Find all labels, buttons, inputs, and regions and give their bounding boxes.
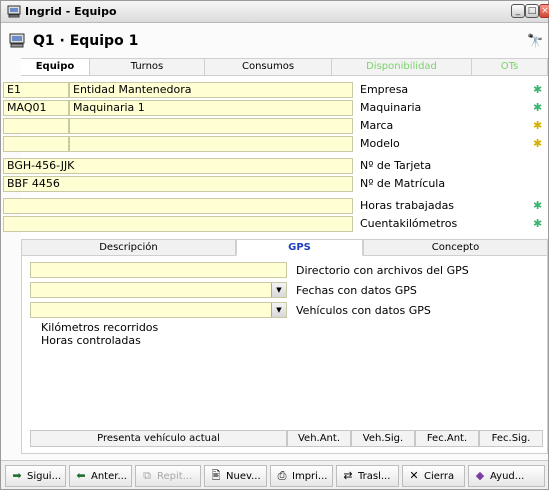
repetir-button[interactable]: ⧉ Repit... xyxy=(135,465,201,487)
lookup-star-icon[interactable]: ✱ xyxy=(533,119,542,133)
arrow-right-icon: ➡ xyxy=(12,469,22,482)
computer-icon xyxy=(9,33,25,48)
subtab-gps[interactable]: GPS xyxy=(236,239,363,256)
tab-consumos[interactable]: Consumos xyxy=(205,58,332,75)
km-label: Cuentakilómetros xyxy=(360,217,458,230)
km-field[interactable] xyxy=(3,216,353,232)
chevron-down-icon[interactable]: ▼ xyxy=(271,303,286,317)
lookup-star-icon[interactable]: ✱ xyxy=(533,137,542,151)
arrow-left-icon: ⬅ xyxy=(76,469,86,482)
fechas-label: Fechas con datos GPS xyxy=(296,284,417,297)
tarjeta-label: Nº de Tarjeta xyxy=(360,159,432,172)
cierra-button[interactable]: ✕ Cierra xyxy=(402,465,465,487)
empresa-label: Empresa xyxy=(360,83,409,96)
modelo-name-field[interactable] xyxy=(69,136,353,152)
lookup-star-icon[interactable]: ✱ xyxy=(533,101,542,115)
km-recorridos-label: Kilómetros recorridos xyxy=(41,321,159,334)
vehiculos-select[interactable] xyxy=(30,302,287,318)
presenta-vehiculo-button[interactable]: Presenta vehículo actual xyxy=(30,430,287,447)
maquinaria-label: Maquinaria xyxy=(360,101,422,114)
empresa-name-field[interactable]: Entidad Mantenedora xyxy=(69,82,353,98)
veh-ant-button[interactable]: Veh.Ant. xyxy=(287,430,351,447)
anterior-button[interactable]: ⬅ Anter... xyxy=(69,465,132,487)
marca-code-field[interactable] xyxy=(3,118,69,134)
maximize-button[interactable]: □ xyxy=(525,4,539,18)
lookup-star-icon[interactable]: ✱ xyxy=(533,83,542,97)
lookup-star-icon[interactable]: ✱ xyxy=(533,217,542,231)
fec-sig-button[interactable]: Fec.Sig. xyxy=(479,430,543,447)
help-book-icon: ◆ xyxy=(475,469,485,482)
vehiculos-label: Vehículos con datos GPS xyxy=(296,304,431,317)
trasladar-button[interactable]: ⇄ Trasl... xyxy=(336,465,399,487)
new-record-icon: 🖹 xyxy=(211,469,221,482)
subtab-descripcion[interactable]: Descripción xyxy=(21,239,236,256)
directorio-label: Directorio con archivos del GPS xyxy=(296,264,469,277)
tab-equipo[interactable]: Equipo xyxy=(21,58,90,75)
binoculars-icon[interactable]: 🔭 xyxy=(527,34,543,49)
matricula-field[interactable]: BBF 4456 xyxy=(3,176,353,192)
imprimir-button[interactable]: ⎙ Impri... xyxy=(270,465,333,487)
page-title: Q1 · Equipo 1 xyxy=(33,33,139,49)
horas-label: Horas trabajadas xyxy=(360,199,455,212)
tarjeta-field[interactable]: BGH-456-JJK xyxy=(3,158,353,174)
repeat-icon: ⧉ xyxy=(143,469,151,482)
minimize-button[interactable]: _ xyxy=(511,4,525,18)
horas-field[interactable] xyxy=(3,198,353,214)
title-bar: Ingrid - Equipo _ □ × xyxy=(1,1,549,23)
ayuda-button[interactable]: ◆ Ayud... xyxy=(468,465,545,487)
fec-ant-button[interactable]: Fec.Ant. xyxy=(415,430,479,447)
veh-sig-button[interactable]: Veh.Sig. xyxy=(351,430,415,447)
marca-label: Marca xyxy=(360,119,394,132)
equipo-window: Ingrid - Equipo _ □ × Q1 · Equipo 1 🔭 Eq… xyxy=(0,0,549,490)
matricula-label: Nº de Matrícula xyxy=(360,177,446,190)
printer-icon: ⎙ xyxy=(277,469,287,482)
directorio-field[interactable] xyxy=(30,262,287,278)
siguiente-button[interactable]: ➡ Sigui... xyxy=(5,465,66,487)
close-button[interactable]: × xyxy=(539,4,549,18)
maquinaria-name-field[interactable]: Maquinaria 1 xyxy=(69,100,353,116)
header: Q1 · Equipo 1 🔭 xyxy=(1,24,548,58)
fechas-select[interactable] xyxy=(30,282,287,298)
lookup-star-icon[interactable]: ✱ xyxy=(533,199,542,213)
tab-ots[interactable]: OTs xyxy=(472,58,548,75)
marca-name-field[interactable] xyxy=(69,118,353,134)
nuevo-button[interactable]: 🖹 Nuev... xyxy=(204,465,267,487)
modelo-label: Modelo xyxy=(360,137,400,150)
main-tabs: Equipo Turnos Consumos Disponibilidad OT… xyxy=(21,58,548,75)
empresa-code-field[interactable]: E1 xyxy=(3,82,69,98)
window-title: Ingrid - Equipo xyxy=(25,5,117,18)
bottom-toolbar: ➡ Sigui... ⬅ Anter... ⧉ Repit... 🖹 Nuev... ⎙… xyxy=(1,460,548,489)
modelo-code-field[interactable] xyxy=(3,136,69,152)
chevron-down-icon[interactable]: ▼ xyxy=(271,283,286,297)
subtab-concepto[interactable]: Concepto xyxy=(363,239,548,256)
tab-turnos[interactable]: Turnos xyxy=(90,58,205,75)
close-x-icon: ✕ xyxy=(409,469,419,482)
tab-disponibilidad[interactable]: Disponibilidad xyxy=(332,58,472,75)
maquinaria-code-field[interactable]: MAQ01 xyxy=(3,100,69,116)
transfer-icon: ⇄ xyxy=(343,469,353,482)
computer-icon xyxy=(7,5,21,18)
horas-controladas-label: Horas controladas xyxy=(41,334,141,347)
